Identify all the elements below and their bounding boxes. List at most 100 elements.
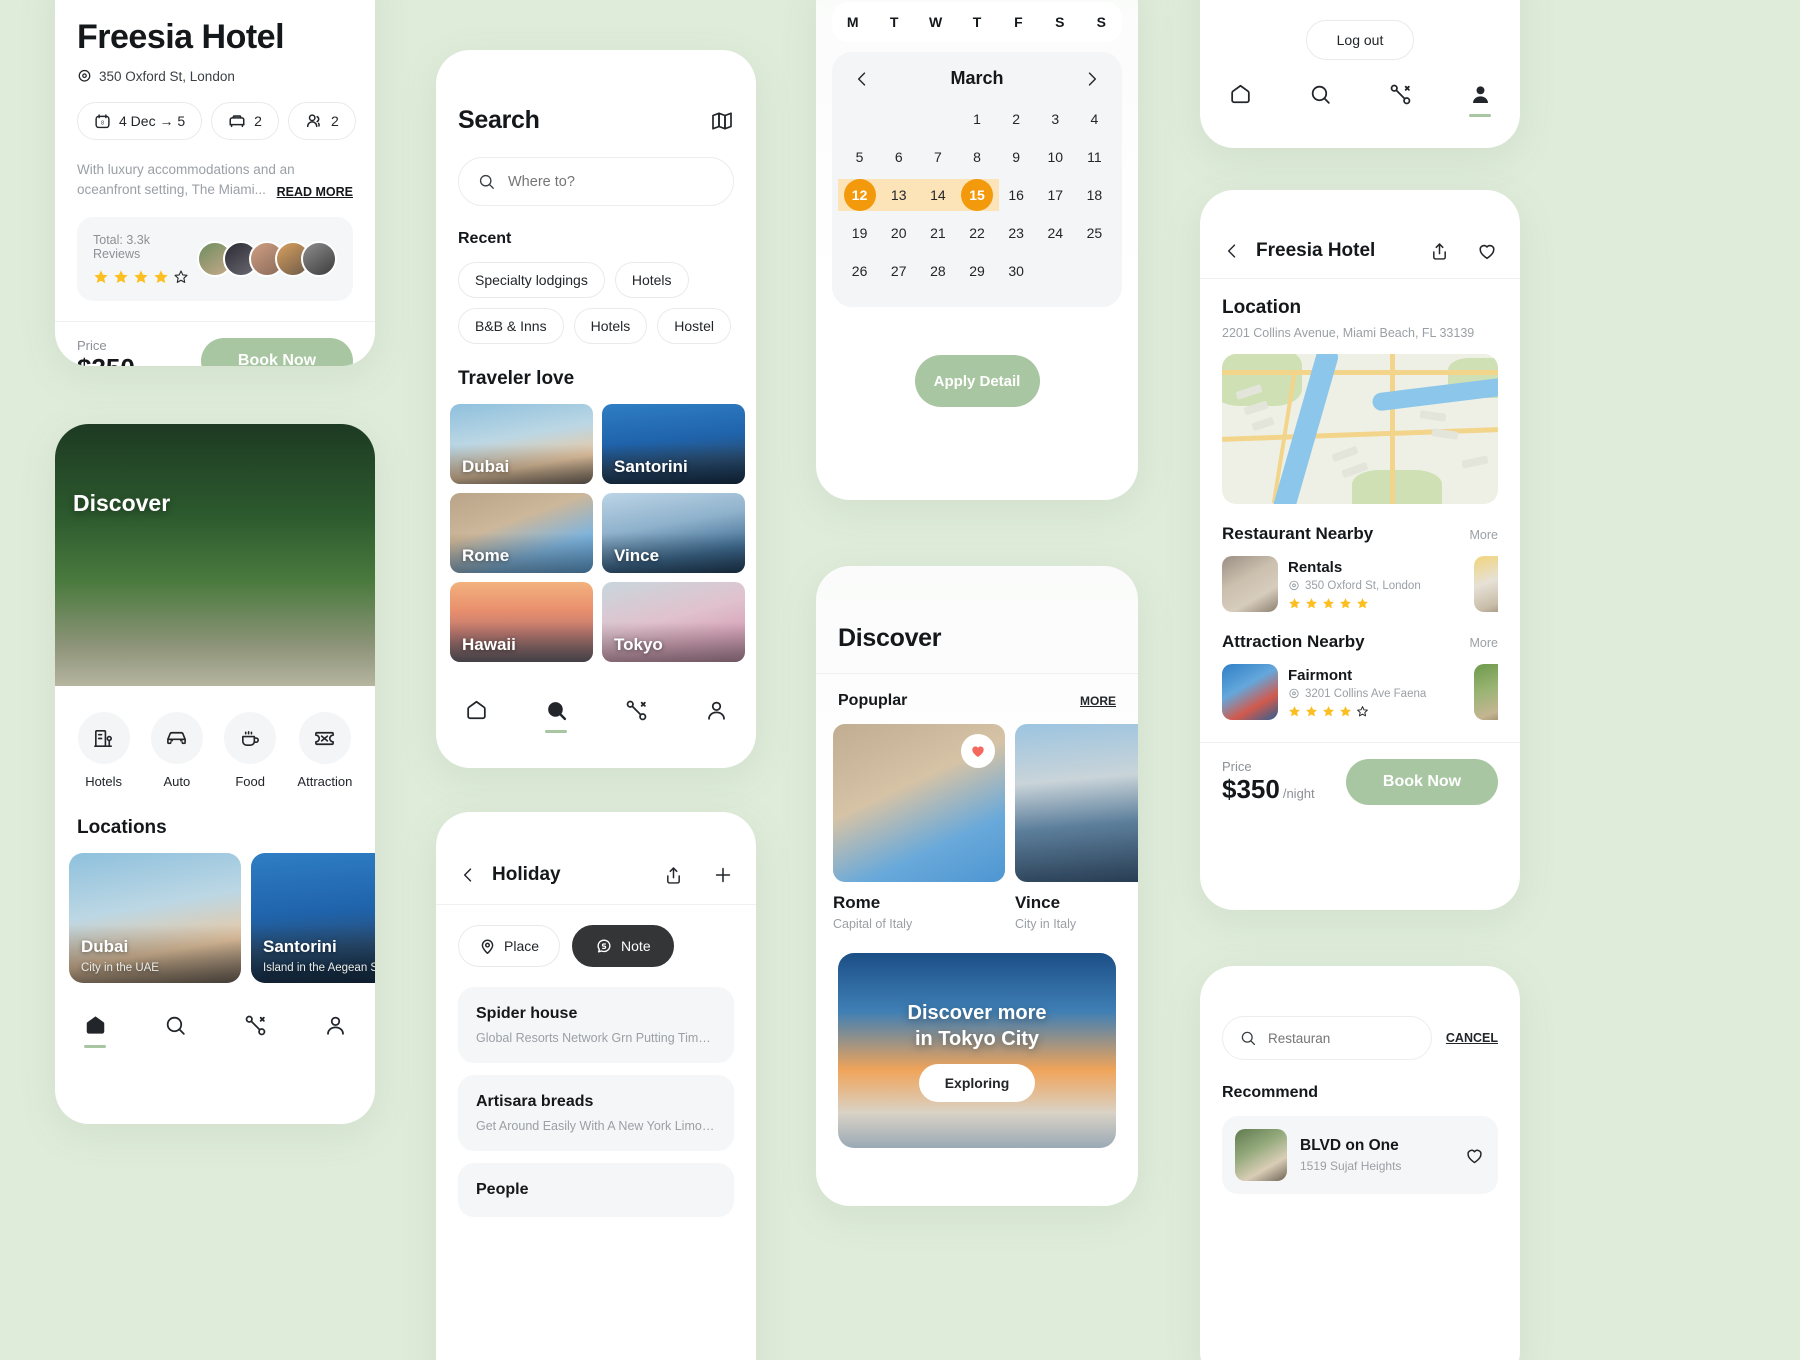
calendar-day-cell[interactable]: 1 bbox=[957, 103, 996, 135]
nav-profile[interactable] bbox=[323, 1013, 348, 1048]
heart-icon[interactable] bbox=[1476, 240, 1498, 262]
calendar-day-cell[interactable]: 2 bbox=[997, 103, 1036, 135]
calendar-prev-month-button[interactable] bbox=[852, 69, 872, 89]
calendar-day-cell[interactable]: 21 bbox=[918, 217, 957, 249]
tokyo-banner[interactable]: Discover more in Tokyo City Exploring bbox=[838, 953, 1116, 1148]
traveler-card[interactable]: Rome bbox=[450, 493, 593, 573]
calendar-day-cell[interactable]: 12 bbox=[837, 179, 882, 211]
calendar-day-cell[interactable]: 15 bbox=[955, 179, 999, 211]
search-input-wrap[interactable] bbox=[458, 157, 734, 206]
recent-chip[interactable]: Hotels bbox=[573, 308, 648, 344]
calendar-day-cell[interactable]: 29 bbox=[957, 255, 996, 287]
note-item[interactable]: Artisara breads Get Around Easily With A… bbox=[458, 1075, 734, 1151]
nav-home[interactable] bbox=[83, 1013, 108, 1048]
calendar-next-month-button[interactable] bbox=[1082, 69, 1102, 89]
map-icon[interactable] bbox=[710, 109, 734, 133]
calendar-day-cell[interactable]: 3 bbox=[1036, 103, 1075, 135]
category-hotels[interactable]: Hotels bbox=[77, 712, 130, 789]
book-now-button[interactable]: Book Now bbox=[1346, 759, 1498, 805]
plus-icon[interactable] bbox=[712, 864, 734, 886]
guests-chip[interactable]: 2 bbox=[287, 102, 356, 140]
search-input[interactable] bbox=[508, 173, 715, 190]
back-icon[interactable] bbox=[458, 865, 478, 885]
nav-search[interactable] bbox=[1308, 82, 1333, 117]
calendar-day-cell[interactable]: 28 bbox=[918, 255, 957, 287]
nav-home[interactable] bbox=[1228, 82, 1253, 117]
tab-place[interactable]: Place bbox=[458, 925, 561, 967]
traveler-card[interactable]: Tokyo bbox=[602, 582, 745, 662]
nav-search[interactable] bbox=[163, 1013, 188, 1048]
calendar-day-cell[interactable]: 24 bbox=[1036, 217, 1075, 249]
traveler-card[interactable]: Vince bbox=[602, 493, 745, 573]
traveler-card[interactable]: Dubai bbox=[450, 404, 593, 484]
exploring-button[interactable]: Exploring bbox=[918, 1063, 1036, 1102]
restaurant-row[interactable]: Rentals 350 Oxford St, London bbox=[1222, 556, 1498, 612]
calendar-day-cell[interactable]: 4 bbox=[1075, 103, 1114, 135]
category-auto[interactable]: Auto bbox=[150, 712, 203, 789]
popular-card-rome[interactable]: Rome Capital of Italy bbox=[833, 724, 1005, 931]
calendar-day-cell[interactable]: 10 bbox=[1036, 141, 1075, 173]
note-item[interactable]: Spider house Global Resorts Network Grn … bbox=[458, 987, 734, 1063]
recent-chip[interactable]: Hotels bbox=[614, 262, 689, 298]
popular-card-vince[interactable]: Vince City in Italy bbox=[1015, 724, 1138, 931]
nav-route[interactable] bbox=[243, 1013, 268, 1048]
calendar-day-cell[interactable]: 22 bbox=[957, 217, 996, 249]
map-preview[interactable] bbox=[1222, 354, 1498, 504]
restaurant-more-link[interactable]: More bbox=[1470, 528, 1498, 542]
popular-more-link[interactable]: MORE bbox=[1080, 694, 1116, 708]
share-icon[interactable] bbox=[663, 865, 684, 886]
share-icon[interactable] bbox=[1429, 241, 1450, 262]
book-now-button[interactable]: Book Now bbox=[201, 338, 353, 366]
nav-route[interactable] bbox=[624, 698, 649, 733]
location-card-santorini[interactable]: Santorini Island in the Aegean S bbox=[251, 853, 375, 983]
calendar-day-cell[interactable]: 6 bbox=[879, 141, 918, 173]
location-card-dubai[interactable]: Dubai City in the UAE bbox=[69, 853, 241, 983]
category-food[interactable]: Food bbox=[224, 712, 277, 789]
recommend-item[interactable]: BLVD on One 1519 Sujaf Heights bbox=[1222, 1116, 1498, 1194]
calendar-day-cell[interactable]: 13 bbox=[877, 179, 921, 211]
calendar-day-cell[interactable]: 16 bbox=[997, 179, 1036, 211]
recent-chip[interactable]: B&B & Inns bbox=[458, 308, 564, 344]
attraction-row[interactable]: Fairmont 3201 Collins Ave Faena bbox=[1222, 664, 1498, 720]
calendar-day-cell[interactable]: 17 bbox=[1036, 179, 1075, 211]
nav-route[interactable] bbox=[1388, 82, 1413, 117]
calendar-day-cell[interactable]: 18 bbox=[1075, 179, 1114, 211]
traveler-card[interactable]: Hawaii bbox=[450, 582, 593, 662]
recent-chip[interactable]: Specialty lodgings bbox=[458, 262, 605, 298]
calendar-day-cell[interactable]: 26 bbox=[840, 255, 879, 287]
favorite-button[interactable] bbox=[961, 734, 995, 768]
read-more-link[interactable]: READ MORE bbox=[277, 185, 353, 199]
attraction-more-link[interactable]: More bbox=[1470, 636, 1498, 650]
cancel-button[interactable]: CANCEL bbox=[1446, 1031, 1498, 1045]
calendar-day-cell[interactable]: 25 bbox=[1075, 217, 1114, 249]
recent-chip[interactable]: Hostel bbox=[657, 308, 731, 344]
nav-home[interactable] bbox=[464, 698, 489, 733]
back-icon[interactable] bbox=[1222, 241, 1242, 261]
nav-profile[interactable] bbox=[1468, 82, 1493, 117]
calendar-day-cell[interactable]: 11 bbox=[1075, 141, 1114, 173]
calendar-day-cell[interactable]: 8 bbox=[957, 141, 996, 173]
apply-detail-button[interactable]: Apply Detail bbox=[914, 355, 1040, 407]
tab-note[interactable]: Note bbox=[572, 925, 674, 967]
traveler-card[interactable]: Santorini bbox=[602, 404, 745, 484]
nav-search[interactable] bbox=[544, 698, 569, 733]
calendar-day-cell[interactable]: 27 bbox=[879, 255, 918, 287]
nav-profile[interactable] bbox=[704, 698, 729, 733]
restaurant-search-input-wrap[interactable] bbox=[1222, 1016, 1432, 1060]
note-item[interactable]: People bbox=[458, 1163, 734, 1217]
calendar-day-cell[interactable]: 23 bbox=[997, 217, 1036, 249]
logout-button[interactable]: Log out bbox=[1305, 20, 1415, 60]
calendar-day-cell[interactable]: 19 bbox=[840, 217, 879, 249]
attraction-peek-thumbnail[interactable] bbox=[1474, 664, 1498, 720]
date-range-chip[interactable]: 8 4 Dec → 5 bbox=[77, 102, 203, 140]
restaurant-search-input[interactable] bbox=[1268, 1030, 1415, 1046]
calendar-day-cell[interactable]: 14 bbox=[916, 179, 960, 211]
calendar-day-cell[interactable]: 20 bbox=[879, 217, 918, 249]
heart-icon[interactable] bbox=[1464, 1145, 1485, 1166]
restaurant-peek-thumbnail[interactable] bbox=[1474, 556, 1498, 612]
calendar-day-cell[interactable]: 30 bbox=[997, 255, 1036, 287]
calendar-day-cell[interactable]: 9 bbox=[997, 141, 1036, 173]
beds-chip[interactable]: 2 bbox=[211, 102, 279, 140]
category-attraction[interactable]: Attraction bbox=[297, 712, 352, 789]
calendar-day-cell[interactable]: 7 bbox=[918, 141, 957, 173]
